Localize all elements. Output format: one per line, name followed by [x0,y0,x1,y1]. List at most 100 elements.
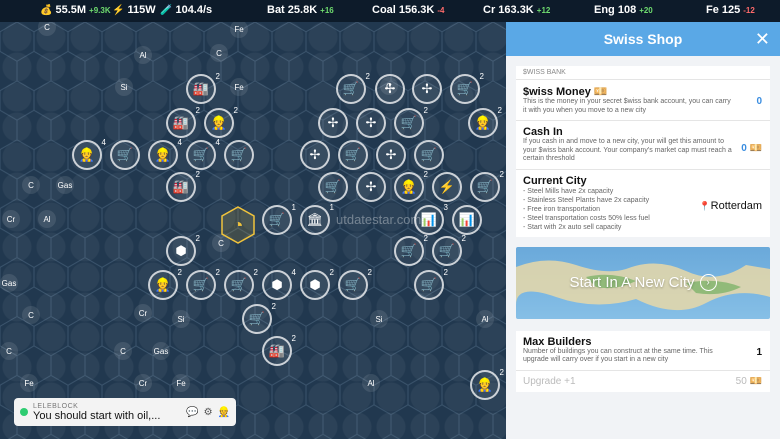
ore-marker[interactable]: Gas [56,176,74,194]
wind-turbine-node[interactable]: ✢ [300,140,330,170]
cart-icon: 🛒 [324,179,342,194]
ore-marker[interactable]: Al [38,210,56,228]
worker-node[interactable]: 👷 2 [204,106,238,138]
mine-cart-node[interactable]: 🛒 [414,140,444,170]
mine-cart-node[interactable]: 🛒 2 [336,72,370,104]
worker-node[interactable]: 👷 4 [148,138,182,170]
mine-cart-node[interactable]: 🛒 [318,172,348,202]
rock-node[interactable]: ⬢ 2 [166,234,200,266]
coal-value: Coal 156.3K [372,4,435,16]
mine-cart-node[interactable]: 🛒 2 [338,268,372,300]
cart-icon: 🛒 [400,243,418,258]
ore-marker[interactable]: Fe [230,78,248,96]
level-badge: 2 [461,234,466,243]
cart-icon: 🛒 [420,147,438,162]
worker-node[interactable]: 👷 2 [468,106,502,138]
current-city-row: Current City - Steel Mills have 2x capac… [516,170,770,237]
power-value: 115W [127,4,156,16]
close-icon[interactable]: ✕ [755,29,770,50]
wind-turbine-node[interactable]: ✢ [356,108,386,138]
factory-node[interactable]: 🏭 2 [166,170,200,202]
ore-marker[interactable]: Gas [152,342,170,360]
ore-marker[interactable]: C [210,44,228,62]
cash-in-row[interactable]: Cash In If you cash in and move to a new… [516,121,770,170]
bank-node[interactable]: 🏛 1 [300,203,334,235]
ore-marker[interactable]: Si [370,310,388,328]
mine-cart-node[interactable]: 🛒 2 [432,234,466,266]
ore-marker[interactable]: C [0,342,18,360]
fe-value: Fe 125 [706,4,741,16]
ore-marker[interactable]: Cr [2,210,20,228]
upgrade-label: Upgrade +1 [523,375,576,387]
mine-cart-node[interactable]: 🛒 4 [186,138,220,170]
mine-cart-node[interactable]: 🛒 2 [450,72,484,104]
ore-marker[interactable]: Al [134,46,152,64]
silo-node[interactable]: ⬢ 4 [262,268,296,300]
chat-username: LELEBLOCK [33,402,79,410]
mine-cart-node[interactable]: 🛒 2 [394,106,428,138]
factory-node[interactable]: 🏭 2 [262,334,296,366]
start-new-city-button[interactable]: Start In A New City › [516,246,770,319]
ore-marker[interactable]: Fe [20,374,38,392]
stats-node[interactable]: 📊 [452,205,482,235]
wind-turbine-node[interactable]: ✢ [318,108,348,138]
bar-chart-icon: 📊 [458,212,476,227]
wind-turbine-node[interactable]: ✢ [412,74,442,104]
shop-node[interactable]: 🛒 1 [262,203,296,235]
avatar-icon[interactable]: 👷 [218,407,230,418]
mine-cart-node[interactable]: 🛒 [338,140,368,170]
settings-icon[interactable]: ⚙ [204,407,213,418]
worker-node[interactable]: 👷 2 [148,268,182,300]
worker-node[interactable]: 👷 4 [72,138,106,170]
ore-marker[interactable]: Si [115,78,133,96]
ore-marker[interactable]: C [22,176,40,194]
chat-icon[interactable]: 💬 [186,407,198,418]
rock-node[interactable]: ⬢ 2 [300,268,334,300]
mine-cart-node[interactable]: 🛒 2 [242,302,276,334]
wind-turbine-node[interactable]: ✢ [376,140,406,170]
factory-node[interactable]: 🏭 2 [186,72,220,104]
ore-marker[interactable]: Al [476,310,494,328]
mine-cart-node[interactable]: 🛒 [224,140,254,170]
eng-value: Eng 108 [594,4,637,16]
level-badge: 2 [423,170,428,179]
mine-cart-node[interactable]: 🛒 2 [224,268,258,300]
mine-cart-node[interactable]: 🛒 2 [414,268,448,300]
level-badge: 4 [177,138,182,147]
silo-icon: ⬢ [271,277,283,292]
turbine-icon: ✢ [421,81,433,96]
ore-marker[interactable]: Si [172,310,190,328]
ore-marker[interactable]: Gas [0,274,18,292]
pin-icon: 📍 [699,200,711,211]
rock-icon: ⬢ [309,277,321,292]
ore-marker[interactable]: Fe [172,374,190,392]
level-badge: 2 [499,170,504,179]
ore-marker[interactable]: Cr [134,304,152,322]
chat-bubble[interactable]: LELEBLOCK You should start with oil,... … [14,398,236,426]
worker-node[interactable]: 👷 2 [470,368,504,400]
worker-node[interactable]: 👷 2 [394,170,428,202]
panel-title: Swiss Shop [603,31,683,47]
cart-icon: 🛒 [342,81,360,96]
ore-marker[interactable]: Al [362,374,380,392]
cart-icon: 🛒 [192,277,210,292]
wind-turbine-node[interactable]: ✢ [356,172,386,202]
power-plant-node[interactable]: ⚡ [432,172,462,202]
level-badge: 2 [215,72,220,81]
resource-cr: Cr 163.3K +12 [483,4,550,16]
wind-turbine-node[interactable]: ✢ [375,74,405,104]
city-headquarters[interactable]: ◔ [220,205,256,245]
mine-cart-node[interactable]: 🛒 2 [394,234,428,266]
ore-marker[interactable]: C [114,342,132,360]
worker-icon: 👷 [154,277,172,292]
mine-cart-node[interactable]: 🛒 2 [470,170,504,202]
factory-node[interactable]: 🏭 2 [166,106,200,138]
swiss-money-title: $wiss Money 💴 [523,86,608,98]
game-map[interactable]: C Fe C Si Al Fe C Gas Cr Al Gas C Cr Si … [0,22,506,439]
ore-marker[interactable]: C [22,306,40,324]
mine-cart-node[interactable]: 🛒 2 [186,268,220,300]
upgrade-button[interactable]: Upgrade +1 50 💴 [516,371,770,392]
ore-marker[interactable]: Cr [134,374,152,392]
level-badge: 2 [443,268,448,277]
mine-cart-node[interactable]: 🛒 [110,140,140,170]
